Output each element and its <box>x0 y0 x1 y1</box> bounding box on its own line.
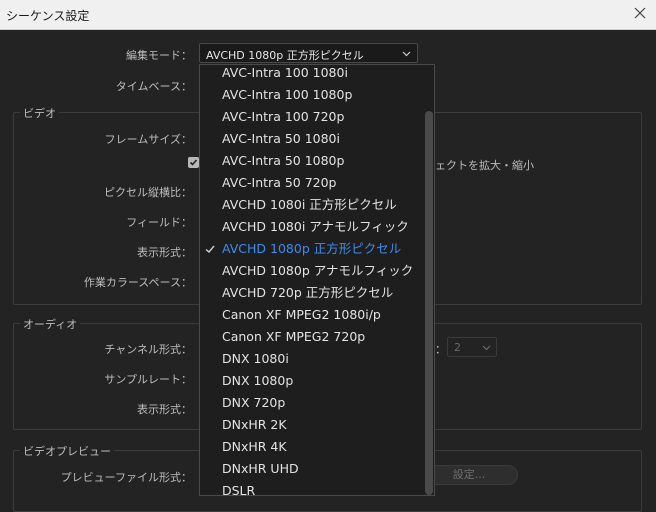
audio-legend: オーディオ <box>20 316 81 332</box>
checkmark-icon <box>204 243 216 255</box>
timebase-label: タイムベース： <box>115 80 192 93</box>
chevron-down-icon <box>402 49 411 58</box>
dropdown-item[interactable]: AVC-Intra 50 1080p <box>222 150 344 172</box>
channels-select[interactable]: 2 <box>447 337 497 357</box>
dropdown-item[interactable]: Canon XF MPEG2 720p <box>222 326 365 348</box>
title-bar: シーケンス設定 <box>0 0 656 30</box>
scale-checkbox[interactable] <box>188 157 199 168</box>
dropdown-item-selected[interactable]: AVCHD 1080p 正方形ピクセル <box>222 238 401 260</box>
dropdown-item[interactable]: AVCHD 720p 正方形ピクセル <box>222 282 393 304</box>
dropdown-item[interactable]: DNX 1080p <box>222 370 293 392</box>
channels-label: ： <box>435 343 446 356</box>
dropdown-item[interactable]: DNxHR 2K <box>222 414 287 436</box>
channels-value: 2 <box>454 341 461 354</box>
close-icon[interactable] <box>632 5 648 21</box>
dropdown-item[interactable]: AVC-Intra 50 720p <box>222 172 337 194</box>
fields-label: フィールド： <box>126 216 192 229</box>
dropdown-item[interactable]: AVC-Intra 50 1080i <box>222 128 340 150</box>
preview-file-format-label: プレビューファイル形式： <box>60 471 192 484</box>
dropdown-item[interactable]: DNX 1080i <box>222 348 289 370</box>
editing-mode-value: AVCHD 1080p 正方形ピクセル <box>206 49 364 62</box>
dropdown-item[interactable]: DNxHR UHD <box>222 458 299 480</box>
video-legend: ビデオ <box>20 105 59 121</box>
dropdown-item[interactable]: AVCHD 1080i アナモルフィック <box>222 216 409 238</box>
video-preview-legend: ビデオプレビュー <box>20 443 114 459</box>
channel-format-label: チャンネル形式： <box>104 343 192 356</box>
editing-mode-dropdown[interactable]: AVC-Intra 100 1080i AVC-Intra 100 1080p AV… <box>199 64 435 496</box>
dropdown-item[interactable]: AVCHD 1080i 正方形ピクセル <box>222 194 397 216</box>
dropdown-item[interactable]: DNX 720p <box>222 392 285 414</box>
editing-mode-label: 編集モード： <box>126 49 192 62</box>
window-title: シーケンス設定 <box>6 9 90 23</box>
dropdown-item[interactable]: AVCHD 1080p アナモルフィック <box>222 260 413 282</box>
frame-size-label: フレームサイズ： <box>104 133 192 146</box>
dropdown-item[interactable]: AVC-Intra 100 1080p <box>222 84 352 106</box>
video-display-format-label: 表示形式： <box>137 246 192 259</box>
dropdown-item[interactable]: DSLR <box>222 480 255 495</box>
scale-checkbox-text: ェクトを拡大・縮小 <box>435 159 534 172</box>
working-color-space-label: 作業カラースペース： <box>83 276 192 289</box>
chevron-down-icon <box>482 343 491 352</box>
pixel-aspect-label: ピクセル縦横比： <box>104 186 192 199</box>
dropdown-item[interactable]: AVC-Intra 100 1080i <box>222 65 348 84</box>
dropdown-item[interactable]: AVC-Intra 100 720p <box>222 106 344 128</box>
dropdown-item[interactable]: Canon XF MPEG2 1080i/p <box>222 304 381 326</box>
scrollbar-thumb[interactable] <box>425 111 433 495</box>
dropdown-item[interactable]: DNxHR 4K <box>222 436 287 458</box>
audio-display-format-label: 表示形式： <box>137 403 192 416</box>
editing-mode-select[interactable]: AVCHD 1080p 正方形ピクセル <box>199 43 418 63</box>
sample-rate-label: サンプルレート： <box>104 373 192 386</box>
